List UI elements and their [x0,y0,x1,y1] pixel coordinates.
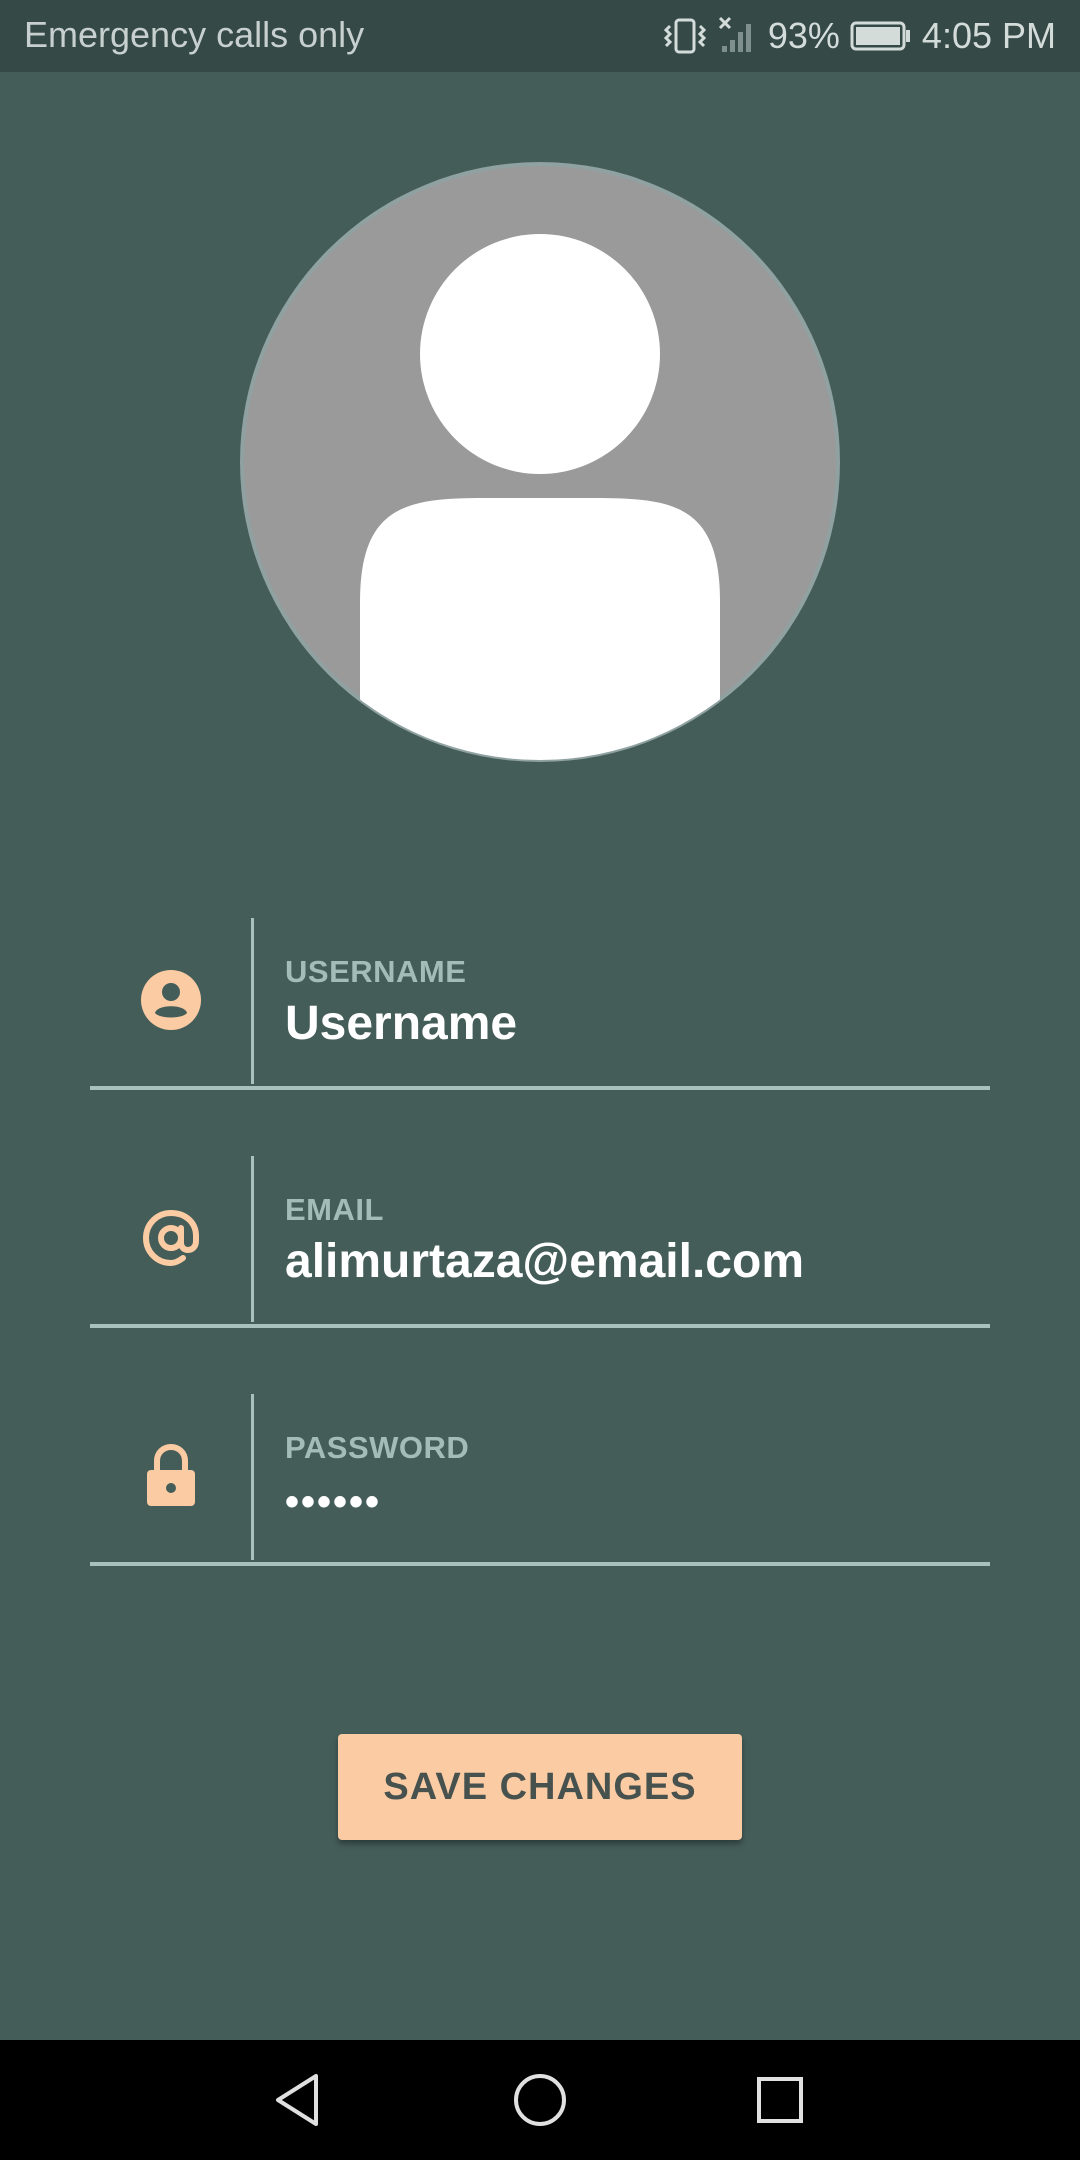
field-underline [90,1324,990,1328]
account-circle-icon [140,969,202,1036]
profile-avatar[interactable] [240,162,840,762]
profile-screen: Emergency calls only 93% 4:05 PM USERNAM… [0,0,1080,2160]
navigation-bar [0,2040,1080,2160]
home-icon [514,2074,566,2126]
battery-icon [850,20,912,52]
field-underline [90,1562,990,1566]
password-field[interactable]: PASSWORD •••••• [90,1394,990,1566]
email-label: EMAIL [285,1192,384,1227]
email-field[interactable]: EMAIL alimurtaza@email.com [90,1156,990,1328]
field-divider [251,1156,254,1322]
password-input[interactable]: •••••• [285,1480,381,1525]
default-user-avatar [240,162,840,762]
save-changes-button[interactable]: SAVE CHANGES [338,1734,742,1840]
at-sign-icon [139,1206,203,1275]
lock-icon [144,1443,198,1514]
field-underline [90,1086,990,1090]
email-input[interactable]: alimurtaza@email.com [285,1234,804,1289]
carrier-text: Emergency calls only [24,14,365,55]
password-label: PASSWORD [285,1430,470,1465]
username-field[interactable]: USERNAME Username [90,918,990,1090]
no-signal-icon [718,16,758,56]
field-divider [251,1394,254,1560]
recents-icon [757,2077,803,2123]
status-bar: Emergency calls only 93% 4:05 PM [0,0,1080,72]
username-input[interactable]: Username [285,996,517,1051]
status-icons: 93% 4:05 PM [662,12,1056,60]
vibrate-icon [662,16,708,56]
recents-button[interactable] [740,2060,820,2140]
battery-percent: 93% [767,15,840,56]
back-button[interactable] [260,2060,340,2140]
field-divider [251,918,254,1084]
home-button[interactable] [500,2060,580,2140]
clock: 4:05 PM [921,15,1056,56]
username-label: USERNAME [285,954,467,989]
back-icon [276,2074,318,2126]
